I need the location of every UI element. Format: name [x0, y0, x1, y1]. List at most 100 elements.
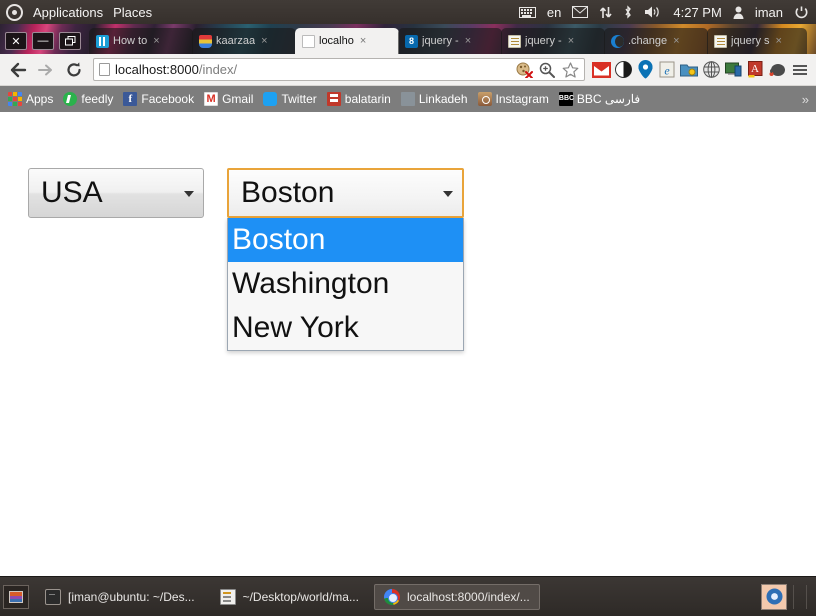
dropdown-option-boston[interactable]: Boston	[228, 218, 463, 262]
gmail-icon[interactable]	[591, 60, 611, 80]
tab-localhost[interactable]: localho ×	[295, 28, 399, 54]
bbc-icon: BBC	[558, 92, 574, 106]
url-host: localhost:8000	[115, 62, 199, 77]
keyboard-language-label[interactable]: en	[547, 5, 561, 20]
envelope-icon[interactable]	[572, 6, 589, 18]
tab-close-icon[interactable]: ×	[566, 35, 576, 47]
contrast-icon[interactable]	[613, 60, 633, 80]
terminal-icon	[45, 587, 61, 605]
browser-toolbar: localhost:8000/index/ e A	[0, 54, 816, 86]
bookmark-label: balatarin	[344, 92, 391, 106]
network-updown-icon[interactable]	[599, 6, 613, 19]
desktop-top-panel: Applications Places en 4:27 PM iman	[0, 0, 816, 24]
bookmark-label: Facebook	[141, 92, 195, 106]
dictionary-icon[interactable]: A	[745, 60, 765, 80]
back-arrow-icon[interactable]	[5, 57, 31, 83]
country-select[interactable]: USA	[28, 168, 204, 218]
location-pin-icon[interactable]	[635, 60, 655, 80]
address-bar[interactable]: localhost:8000/index/	[93, 58, 585, 81]
globe-icon[interactable]	[701, 60, 721, 80]
city-select[interactable]: Boston	[227, 168, 464, 218]
zoom-in-icon[interactable]	[537, 60, 557, 80]
tab-jquery-1[interactable]: 8 jquery - ×	[398, 28, 502, 54]
ie-tab-icon[interactable]: e	[657, 60, 677, 80]
window-controls: ✕ —	[0, 32, 89, 54]
taskbar-item-gedit[interactable]: ~/Desktop/world/ma...	[210, 584, 369, 610]
taskbar-item-terminal[interactable]: [iman@ubuntu: ~/Des...	[35, 584, 205, 610]
tab-close-icon[interactable]: ×	[151, 35, 161, 47]
bookmarks-overflow-icon[interactable]: »	[802, 92, 812, 107]
tab-strip: ✕ — How to × kaarzaa × localho × 8 jquer…	[0, 24, 816, 54]
balatarin-icon	[326, 92, 341, 106]
menu-places[interactable]: Places	[113, 5, 152, 20]
kaarzaa-icon	[199, 34, 212, 48]
reload-icon[interactable]	[61, 57, 87, 83]
bookmark-facebook[interactable]: f Facebook	[119, 90, 200, 108]
ubuntu-logo-icon[interactable]	[6, 3, 23, 21]
show-desktop-icon[interactable]	[3, 584, 29, 609]
tab-close-icon[interactable]: ×	[774, 35, 784, 47]
tab-change[interactable]: .change ×	[604, 28, 708, 54]
bookmark-apps[interactable]: Apps	[4, 90, 59, 108]
folder-icon[interactable]	[679, 60, 699, 80]
url-text: localhost:8000/index/	[115, 62, 509, 77]
tab-close-icon[interactable]: ×	[358, 35, 368, 47]
page-icon	[99, 63, 110, 76]
tab-title: jquery -	[422, 35, 459, 47]
window-close-button[interactable]: ✕	[5, 32, 27, 50]
tab-close-icon[interactable]: ×	[671, 35, 681, 47]
chrome-icon	[383, 588, 400, 605]
chrome-tray-icon[interactable]	[761, 583, 787, 610]
username-label[interactable]: iman	[755, 5, 783, 20]
tab-how-to[interactable]: How to ×	[89, 28, 193, 54]
window-restore-button[interactable]	[59, 32, 81, 50]
screen-icon[interactable]	[723, 60, 743, 80]
bookmark-label: Twitter	[281, 92, 317, 106]
tab-close-icon[interactable]: ×	[259, 35, 269, 47]
dropdown-option-new-york[interactable]: New York	[228, 306, 463, 350]
bluetooth-icon[interactable]	[623, 5, 633, 19]
svg-text:A: A	[751, 63, 759, 75]
tab-jquery-2[interactable]: jquery - ×	[501, 28, 605, 54]
user-icon	[733, 6, 744, 19]
facebook-icon: f	[123, 92, 138, 106]
hamburger-menu-icon[interactable]	[789, 58, 811, 82]
linkadeh-icon	[400, 92, 415, 106]
bookmark-label: Instagram	[495, 92, 549, 106]
tab-jquery-3[interactable]: jquery s ×	[707, 28, 807, 54]
bookmark-twitter[interactable]: Twitter	[259, 90, 322, 108]
taskbar-tray	[761, 583, 813, 610]
volume-icon[interactable]	[644, 5, 662, 19]
taskbar-separator	[793, 584, 794, 609]
tab-title: .change	[628, 35, 668, 47]
taskbar-item-label: localhost:8000/index/...	[406, 589, 530, 604]
bookmark-gmail[interactable]: M Gmail	[200, 90, 259, 108]
bookmark-instagram[interactable]: Instagram	[474, 90, 555, 108]
keyboard-icon[interactable]	[518, 6, 536, 18]
url-path: /index/	[198, 62, 238, 77]
bookmark-feedly[interactable]: feedly	[59, 90, 119, 108]
evernote-icon[interactable]	[767, 60, 787, 80]
menu-applications[interactable]: Applications	[33, 5, 103, 20]
power-gear-icon[interactable]	[794, 5, 809, 20]
dropdown-option-washington[interactable]: Washington	[228, 262, 463, 306]
svg-text:e: e	[664, 64, 670, 78]
taskbar-item-chrome[interactable]: localhost:8000/index/...	[373, 583, 540, 610]
country-select-wrapper: USA	[28, 168, 204, 218]
forward-arrow-icon[interactable]	[33, 57, 59, 83]
tab-title: jquery s	[731, 35, 770, 47]
star-icon[interactable]	[560, 60, 580, 80]
window-minimize-button[interactable]: —	[32, 32, 54, 50]
tab-title: kaarzaa	[216, 35, 256, 47]
gedit-icon	[219, 588, 236, 605]
tab-kaarzaa[interactable]: kaarzaa ×	[192, 28, 296, 54]
bookmark-bbc-farsi[interactable]: BBC BBC فارسی	[555, 90, 646, 108]
bookmark-label: BBC فارسی	[576, 92, 641, 106]
bookmark-linkadeh[interactable]: Linkadeh	[397, 90, 474, 108]
clock-label[interactable]: 4:27 PM	[673, 5, 721, 20]
chevron-down-icon	[443, 191, 453, 197]
tab-close-icon[interactable]: ×	[463, 35, 473, 47]
bookmark-balatarin[interactable]: balatarin	[323, 90, 397, 108]
cookie-blocked-icon[interactable]	[514, 60, 534, 80]
page-icon	[302, 34, 315, 48]
